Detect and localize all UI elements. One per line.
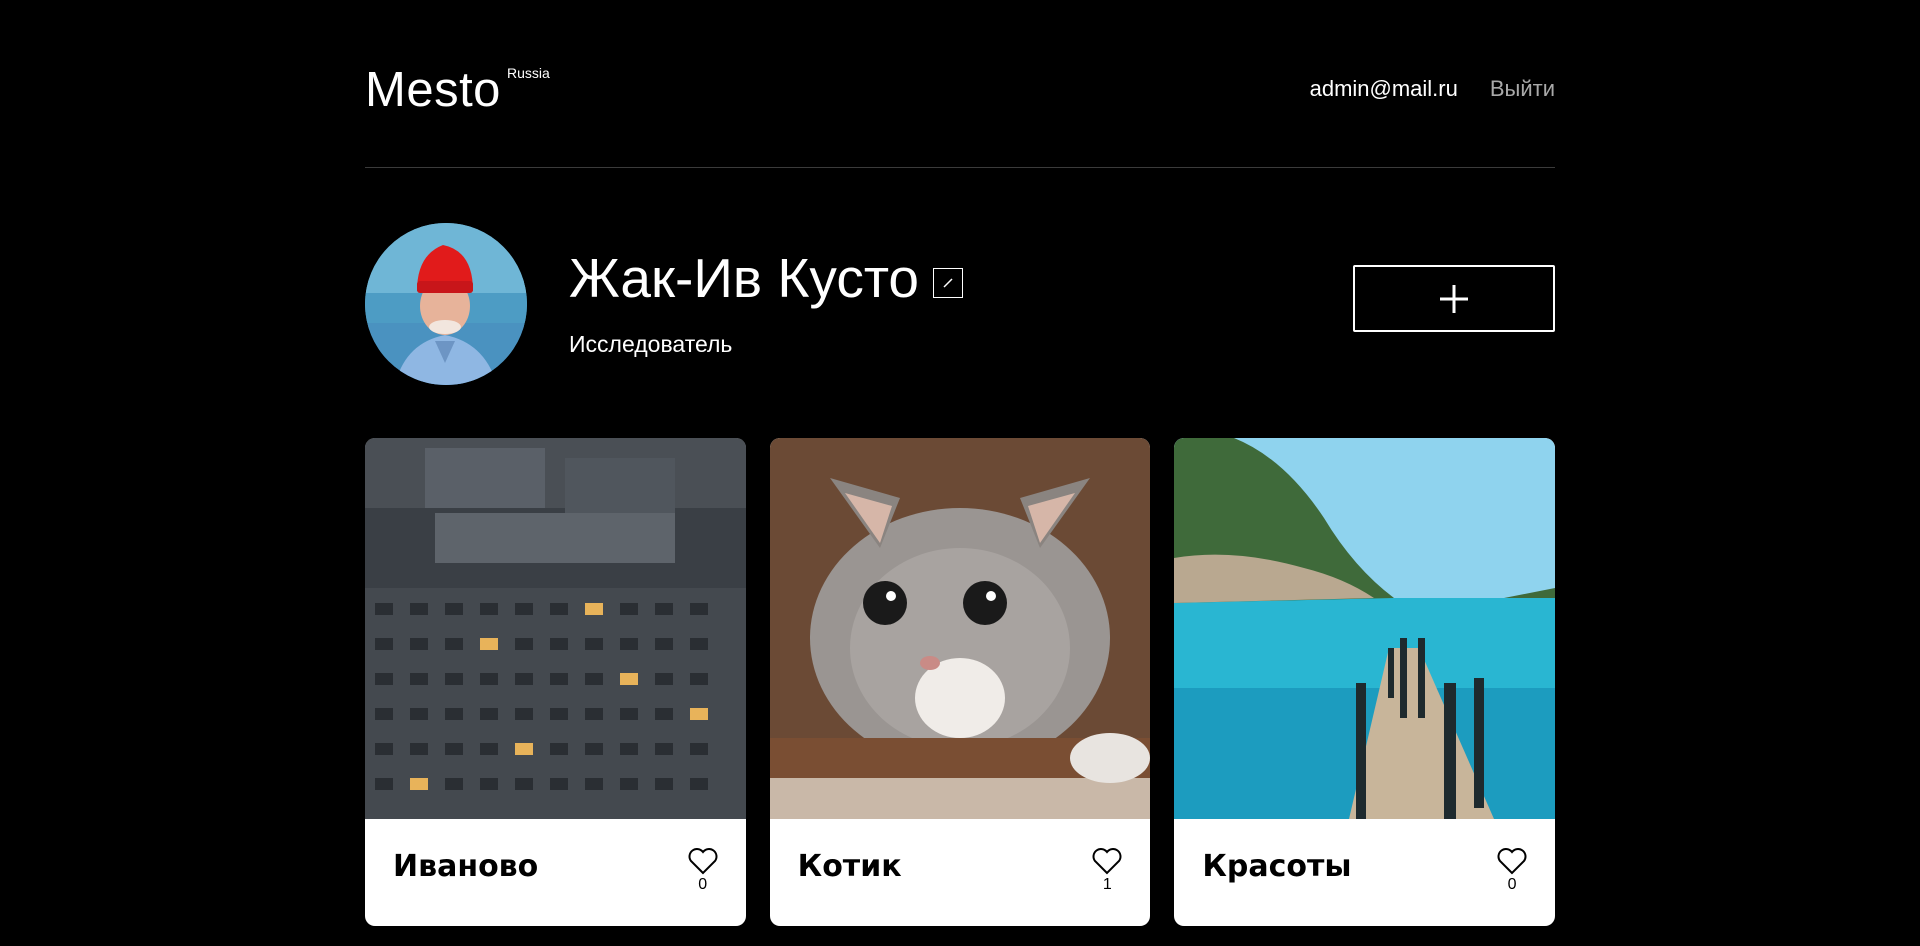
card: Иваново 0 bbox=[365, 438, 746, 926]
buildings-image bbox=[365, 438, 746, 819]
card-title: Иваново bbox=[393, 849, 539, 884]
heart-icon[interactable] bbox=[1091, 847, 1123, 875]
like-count: 0 bbox=[698, 876, 708, 893]
logo[interactable]: Mesto bbox=[365, 66, 501, 115]
user-email: admin@mail.ru bbox=[1309, 76, 1458, 101]
header-user-menu: admin@mail.ru Выйти bbox=[1310, 76, 1555, 102]
page: Mesto Russia admin@mail.ru Выйти Жак-Ив … bbox=[365, 0, 1556, 926]
profile-name: Жак-Ив Кусто bbox=[569, 247, 919, 309]
profile-info: Жак-Ив Кусто Исследователь bbox=[569, 248, 963, 358]
profile-about: Исследователь bbox=[569, 330, 733, 357]
heart-icon[interactable] bbox=[1496, 847, 1528, 875]
pencil-icon bbox=[943, 278, 953, 288]
avatar-image bbox=[365, 223, 527, 385]
card-footer: Иваново 0 bbox=[365, 819, 746, 926]
avatar[interactable] bbox=[365, 223, 527, 385]
like-block: 1 bbox=[1090, 847, 1124, 894]
card-image-kotik[interactable] bbox=[769, 438, 1151, 819]
card-footer: Красоты 0 bbox=[1174, 819, 1555, 926]
card-image-krasoty[interactable] bbox=[1174, 438, 1556, 819]
profile-name-row: Жак-Ив Кусто bbox=[569, 248, 963, 309]
plus-icon bbox=[1440, 284, 1468, 313]
card: Красоты 0 bbox=[1174, 438, 1556, 926]
cat-image bbox=[769, 438, 1151, 819]
card-image-ivanovo[interactable] bbox=[365, 438, 746, 819]
like-count: 0 bbox=[1507, 876, 1517, 893]
card-title: Котик bbox=[797, 849, 902, 884]
edit-profile-button[interactable] bbox=[932, 268, 963, 299]
like-block: 0 bbox=[1495, 847, 1529, 894]
lake-image bbox=[1174, 438, 1556, 819]
cards-grid: Иваново 0 Котик 1 Красоты 0 bbox=[365, 438, 1556, 926]
logo-subtitle: Russia bbox=[507, 65, 550, 81]
card: Котик 1 bbox=[769, 438, 1151, 926]
like-block: 0 bbox=[686, 847, 720, 894]
card-title: Красоты bbox=[1202, 849, 1352, 884]
profile: Жак-Ив Кусто Исследователь bbox=[365, 168, 1555, 438]
card-footer: Котик 1 bbox=[770, 819, 1151, 926]
heart-icon[interactable] bbox=[687, 847, 719, 875]
logout-link[interactable]: Выйти bbox=[1490, 76, 1555, 102]
header: Mesto Russia admin@mail.ru Выйти bbox=[365, 0, 1555, 168]
add-card-button[interactable] bbox=[1353, 265, 1555, 332]
like-count: 1 bbox=[1102, 876, 1112, 893]
